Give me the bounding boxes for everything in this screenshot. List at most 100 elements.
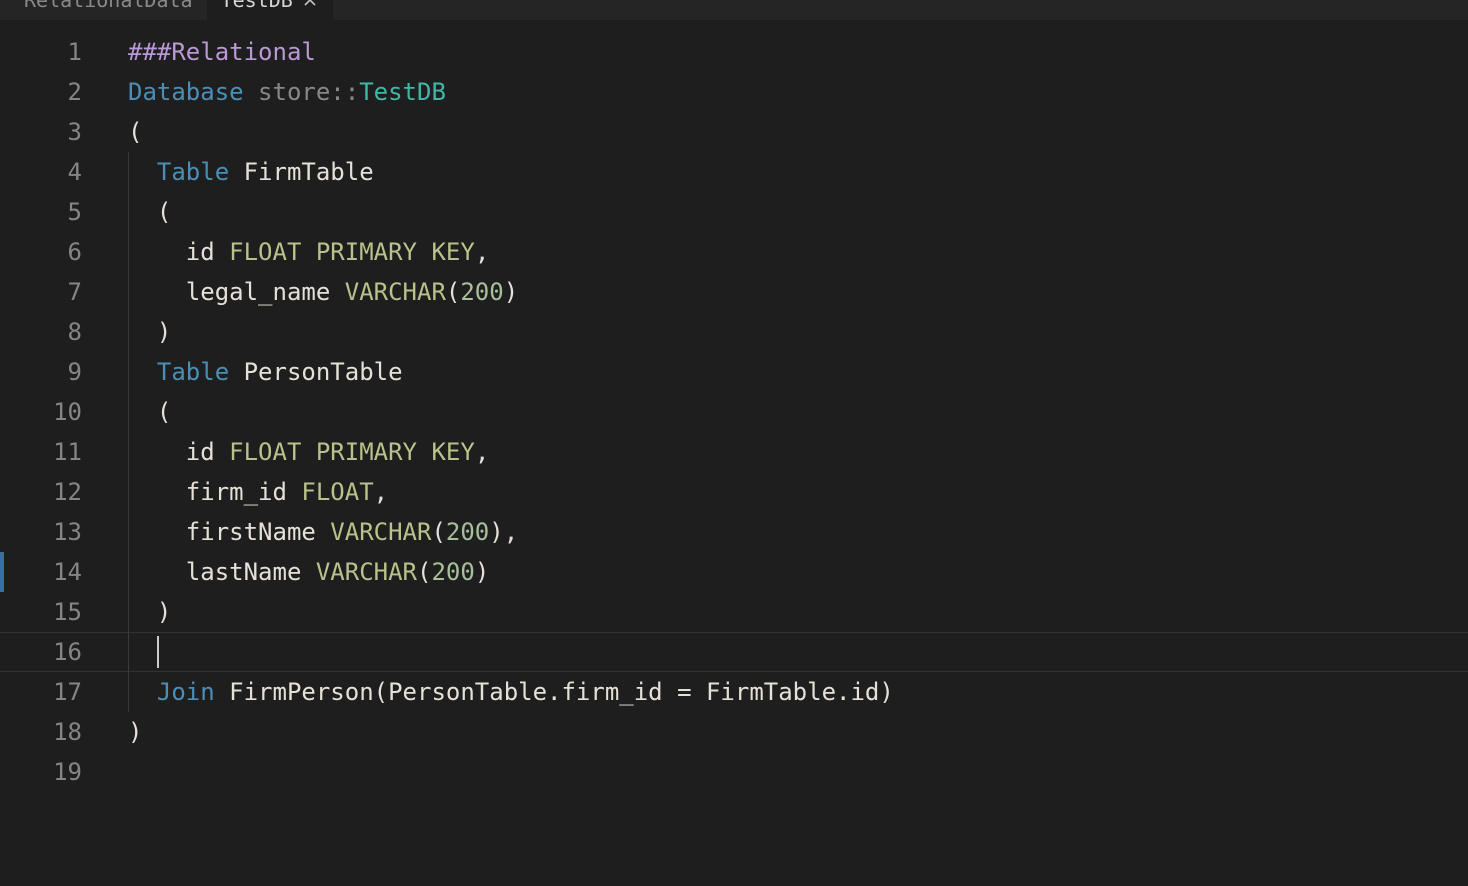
code-token: ( — [128, 118, 142, 146]
line-number: 4 — [8, 152, 98, 192]
code-token: :: — [330, 78, 359, 106]
code-token: FirmPerson(PersonTable.firm_id = FirmTab… — [215, 678, 894, 706]
code-token: 200 — [460, 278, 503, 306]
code-line[interactable]: ) — [128, 312, 1468, 352]
line-number: 19 — [8, 752, 98, 792]
line-number: 2 — [8, 72, 98, 112]
indent-guide — [128, 272, 129, 312]
line-number: 18 — [8, 712, 98, 752]
tab-bar: RelationalData TestDB — [0, 0, 1468, 20]
tab-relationaldata[interactable]: RelationalData — [10, 0, 207, 20]
indent-guide — [128, 232, 129, 272]
line-number: 17 — [8, 672, 98, 712]
editor-left-strip — [0, 20, 8, 886]
tab-label: TestDB — [221, 0, 293, 12]
code-token — [417, 438, 431, 466]
code-line[interactable]: lastName VARCHAR(200) — [128, 552, 1468, 592]
indent-guide — [128, 472, 129, 512]
code-line[interactable]: ###Relational — [128, 32, 1468, 72]
close-icon[interactable] — [301, 0, 319, 9]
code-line[interactable]: firm_id FLOAT, — [128, 472, 1468, 512]
line-number: 16 — [8, 632, 98, 672]
code-token: KEY — [431, 438, 474, 466]
code-token — [128, 158, 157, 186]
code-token: PersonTable — [229, 358, 402, 386]
code-token: FirmTable — [229, 158, 374, 186]
code-token: ( — [431, 518, 445, 546]
code-token: lastName — [128, 558, 316, 586]
code-token: , — [475, 438, 489, 466]
code-token — [417, 238, 431, 266]
code-line[interactable]: Table PersonTable — [128, 352, 1468, 392]
code-token: 200 — [431, 558, 474, 586]
code-token: id — [128, 238, 229, 266]
indent-guide — [128, 392, 129, 432]
tab-label: RelationalData — [24, 0, 193, 12]
code-token: TestDB — [359, 78, 446, 106]
line-number: 9 — [8, 352, 98, 392]
code-token: VARCHAR — [316, 558, 417, 586]
code-token: ( — [446, 278, 460, 306]
code-token: KEY — [431, 238, 474, 266]
indent-guide — [128, 192, 129, 232]
indent-guide — [128, 632, 129, 672]
code-token: ) — [128, 718, 142, 746]
line-number: 6 — [8, 232, 98, 272]
code-content[interactable]: ###RelationalDatabase store::TestDB( Tab… — [98, 20, 1468, 886]
code-token: legal_name — [128, 278, 345, 306]
code-line[interactable]: id FLOAT PRIMARY KEY, — [128, 232, 1468, 272]
code-line[interactable]: Table FirmTable — [128, 152, 1468, 192]
code-token — [301, 438, 315, 466]
cursor-line-marker — [0, 552, 4, 592]
indent-guide — [128, 592, 129, 632]
code-token: VARCHAR — [345, 278, 446, 306]
line-number: 10 — [8, 392, 98, 432]
code-token: ###Relational — [128, 38, 316, 66]
indent-guide — [128, 152, 129, 192]
code-line[interactable]: ) — [128, 712, 1468, 752]
editor-area[interactable]: 12345678910111213141516171819 ###Relatio… — [0, 20, 1468, 886]
code-token: , — [475, 238, 489, 266]
code-line[interactable]: Join FirmPerson(PersonTable.firm_id = Fi… — [128, 672, 1468, 712]
code-line[interactable]: Database store::TestDB — [128, 72, 1468, 112]
line-number: 3 — [8, 112, 98, 152]
text-cursor — [157, 636, 159, 668]
code-token: id — [128, 438, 229, 466]
indent-guide — [128, 312, 129, 352]
code-line[interactable]: firstName VARCHAR(200), — [128, 512, 1468, 552]
code-token: Database — [128, 78, 244, 106]
code-token: , — [374, 478, 388, 506]
indent-guide — [128, 352, 129, 392]
code-token: Table — [157, 158, 229, 186]
code-token — [244, 78, 258, 106]
line-number: 13 — [8, 512, 98, 552]
indent-guide — [128, 432, 129, 472]
code-token: ) — [475, 558, 489, 586]
code-token: ( — [128, 198, 171, 226]
code-token: firstName — [128, 518, 330, 546]
code-token — [128, 678, 157, 706]
code-token — [128, 358, 157, 386]
code-token: Table — [157, 358, 229, 386]
line-number: 7 — [8, 272, 98, 312]
code-line[interactable]: ( — [128, 192, 1468, 232]
code-line[interactable]: ( — [128, 112, 1468, 152]
code-token: PRIMARY — [316, 438, 417, 466]
code-token: store — [258, 78, 330, 106]
line-number: 12 — [8, 472, 98, 512]
line-number: 14 — [8, 552, 98, 592]
code-token: ( — [128, 398, 171, 426]
code-line[interactable]: id FLOAT PRIMARY KEY, — [128, 432, 1468, 472]
code-line[interactable]: ( — [128, 392, 1468, 432]
code-line[interactable]: legal_name VARCHAR(200) — [128, 272, 1468, 312]
line-number-gutter: 12345678910111213141516171819 — [8, 20, 98, 886]
line-number: 1 — [8, 32, 98, 72]
code-token: FLOAT — [301, 478, 373, 506]
code-token: FLOAT — [229, 438, 301, 466]
code-line[interactable] — [128, 752, 1468, 792]
code-line[interactable]: ) — [128, 592, 1468, 632]
code-token: FLOAT — [229, 238, 301, 266]
line-number: 8 — [8, 312, 98, 352]
code-line[interactable] — [128, 632, 1468, 672]
tab-testdb[interactable]: TestDB — [207, 0, 333, 20]
